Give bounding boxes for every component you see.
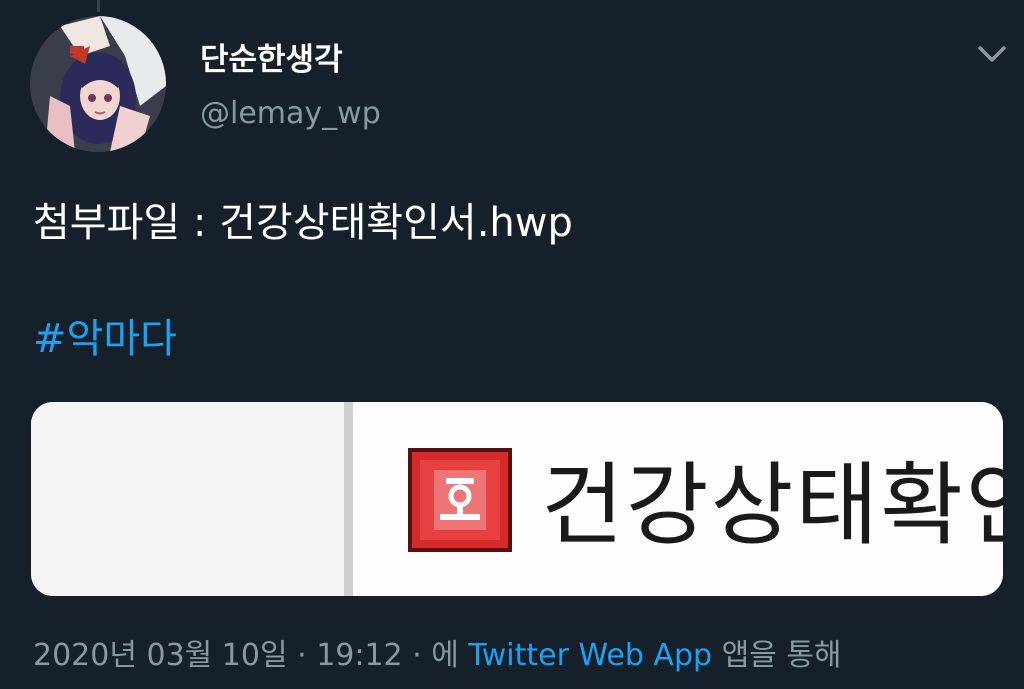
media-left-panel <box>31 402 344 596</box>
user-handle[interactable]: @lemay_wp <box>200 96 381 131</box>
tweet-date[interactable]: 2020년 03월 10일 <box>33 638 288 673</box>
tweet-time[interactable]: 19:12 <box>316 638 402 673</box>
media-divider <box>344 402 353 596</box>
media-image[interactable]: 건강상태확인 <box>31 402 1003 596</box>
avatar[interactable] <box>30 16 166 152</box>
via-prefix: 에 <box>431 638 469 673</box>
file-name: 건강상태확인 <box>541 453 1003 558</box>
meta-separator: · <box>287 638 317 673</box>
via-suffix: 앱을 통해 <box>712 638 842 673</box>
source-app-link[interactable]: Twitter Web App <box>468 638 712 673</box>
tweet: 단순한생각 @lemay_wp 첨부파일 : 건강상태확인서.hwp #악마다 … <box>0 0 1024 689</box>
tweet-meta: 2020년 03월 10일 · 19:12 · 에 Twitter Web Ap… <box>33 630 842 674</box>
meta-separator: · <box>402 638 432 673</box>
chevron-down-icon[interactable] <box>974 36 1010 72</box>
tweet-text: 첨부파일 : 건강상태확인서.hwp <box>33 200 573 246</box>
hwp-file-icon <box>408 448 512 552</box>
display-name[interactable]: 단순한생각 <box>200 34 343 79</box>
hashtag-link[interactable]: #악마다 <box>33 306 177 364</box>
thread-line <box>97 0 100 12</box>
